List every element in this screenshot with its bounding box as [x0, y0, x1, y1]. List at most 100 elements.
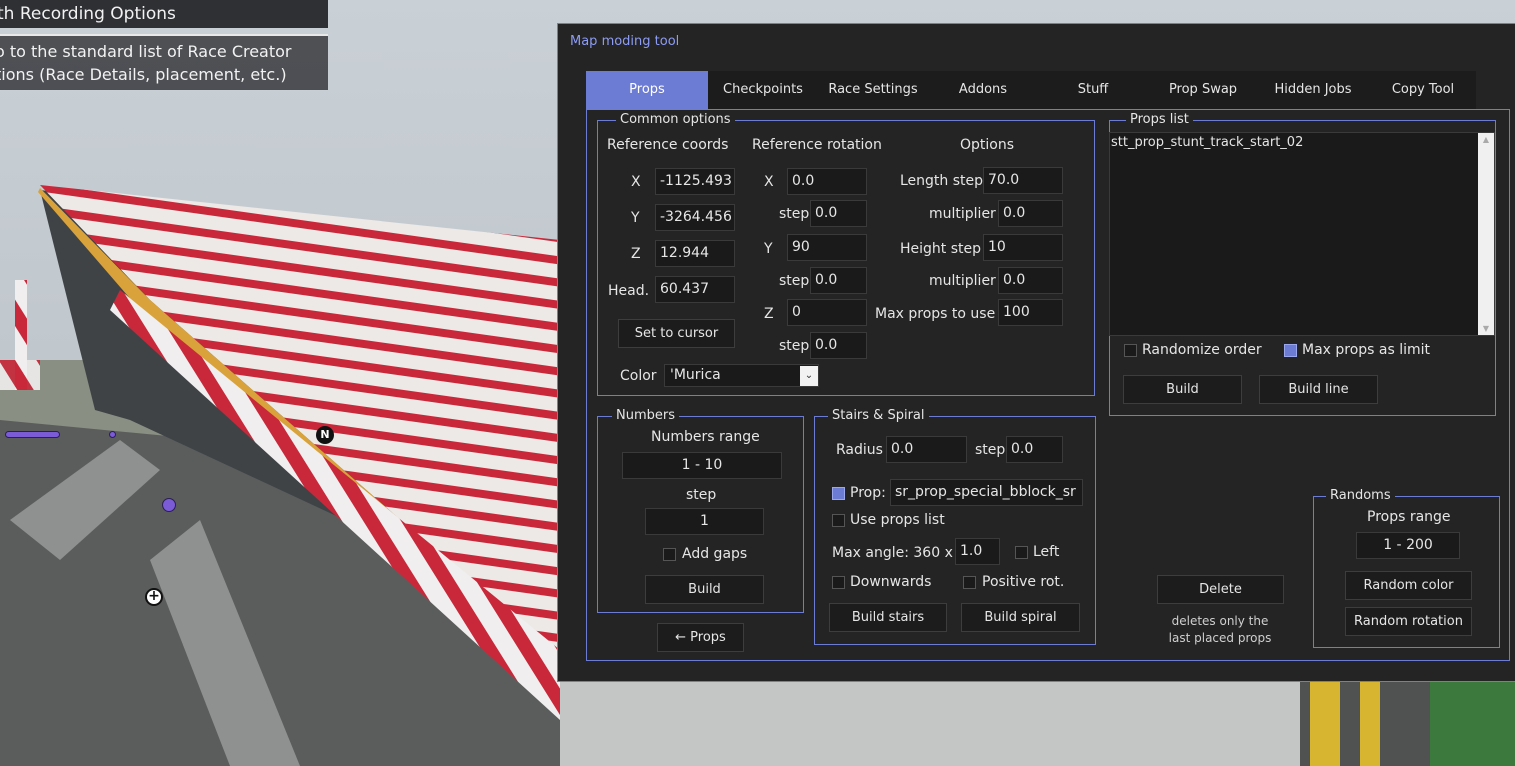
- radius-field[interactable]: 0.0: [886, 436, 967, 463]
- max-props-as-limit-checkbox[interactable]: [1284, 344, 1297, 357]
- coord-z-field[interactable]: 12.944: [655, 240, 735, 267]
- rot-y-step-label: step: [779, 273, 810, 289]
- length-step-label: Length step: [900, 173, 984, 189]
- max-props-as-limit-label: Max props as limit: [1302, 342, 1431, 358]
- hud-desc-line-2: tions (Race Details, placement, etc.): [0, 65, 287, 84]
- list-item[interactable]: stt_prop_stunt_track_start_02: [1111, 135, 1303, 150]
- stairs-spiral-legend: Stairs & Spiral: [828, 408, 929, 424]
- max-angle-label: Max angle: 360 x: [832, 545, 953, 561]
- rot-x-step-field[interactable]: 0.0: [810, 200, 867, 227]
- color-label: Color: [620, 368, 657, 384]
- props-list-legend: Props list: [1126, 112, 1193, 128]
- length-multiplier-field[interactable]: 0.0: [998, 200, 1063, 227]
- positive-rot-label: Positive rot.: [982, 574, 1065, 590]
- props-range-field[interactable]: 1 - 200: [1356, 532, 1460, 559]
- chevron-down-icon[interactable]: ⌄: [800, 366, 818, 386]
- prop-checkbox[interactable]: [832, 487, 845, 500]
- build-line-button[interactable]: Build line: [1259, 375, 1378, 404]
- use-props-list-label: Use props list: [850, 512, 945, 528]
- tab-bar: Props Checkpoints Race Settings Addons S…: [586, 71, 1476, 109]
- build-button[interactable]: Build: [1123, 375, 1242, 404]
- radius-label: Radius: [836, 442, 883, 458]
- scroll-down-icon[interactable]: ▼: [1478, 324, 1494, 333]
- height-multiplier-field[interactable]: 0.0: [998, 267, 1063, 294]
- common-options-legend: Common options: [616, 112, 735, 128]
- tab-prop-swap[interactable]: Prop Swap: [1148, 71, 1258, 109]
- delete-button[interactable]: Delete: [1157, 575, 1284, 604]
- checkpoint-blip-icon: [5, 431, 60, 438]
- add-gaps-label: Add gaps: [682, 546, 748, 562]
- back-to-props-button[interactable]: ← Props: [657, 623, 744, 652]
- use-props-list-checkbox[interactable]: [832, 514, 845, 527]
- scroll-up-icon[interactable]: ▲: [1478, 135, 1494, 144]
- rot-y-field[interactable]: 90: [787, 234, 867, 261]
- randomize-order-label: Randomize order: [1142, 342, 1262, 358]
- delete-note-line-1: deletes only the: [1171, 614, 1269, 628]
- rot-z-field[interactable]: 0: [787, 299, 867, 326]
- max-angle-field[interactable]: 1.0: [955, 538, 1000, 565]
- coord-x-label: X: [631, 174, 641, 190]
- tab-checkpoints[interactable]: Checkpoints: [708, 71, 818, 109]
- length-step-field[interactable]: 70.0: [983, 167, 1063, 194]
- tab-hidden-jobs[interactable]: Hidden Jobs: [1258, 71, 1368, 109]
- left-label: Left: [1033, 544, 1060, 560]
- downwards-checkbox[interactable]: [832, 576, 845, 589]
- max-props-field[interactable]: 100: [998, 299, 1063, 326]
- random-color-button[interactable]: Random color: [1345, 571, 1472, 600]
- height-multiplier-label: multiplier: [929, 273, 996, 289]
- rot-x-field[interactable]: 0.0: [787, 168, 867, 195]
- numbers-step-field[interactable]: 1: [645, 508, 764, 535]
- checkpoint-blip-icon: [109, 431, 116, 438]
- build-stairs-button[interactable]: Build stairs: [829, 603, 947, 632]
- height-step-label: Height step: [900, 241, 982, 257]
- coord-x-field[interactable]: -1125.493: [655, 168, 735, 195]
- tab-stuff[interactable]: Stuff: [1038, 71, 1148, 109]
- randoms-legend: Randoms: [1326, 488, 1395, 504]
- tab-addons[interactable]: Addons: [928, 71, 1038, 109]
- props-range-label: Props range: [1367, 509, 1451, 525]
- random-rotation-button[interactable]: Random rotation: [1345, 607, 1472, 636]
- reference-rotation-heading: Reference rotation: [752, 137, 882, 153]
- rot-z-step-label: step: [779, 338, 810, 354]
- rot-z-step-field[interactable]: 0.0: [810, 332, 867, 359]
- heading-field[interactable]: 60.437: [655, 276, 735, 303]
- numbers-legend: Numbers: [612, 408, 679, 424]
- radius-step-label: step: [975, 442, 1006, 458]
- set-to-cursor-button[interactable]: Set to cursor: [618, 319, 735, 348]
- rot-z-label: Z: [764, 306, 774, 322]
- coord-z-label: Z: [631, 246, 641, 262]
- hud-menu-description: o to the standard list of Race Creator t…: [0, 34, 328, 90]
- north-marker-icon: N: [316, 426, 334, 444]
- tab-race-settings[interactable]: Race Settings: [818, 71, 928, 109]
- window-title: Map moding tool: [570, 34, 680, 49]
- numbers-build-button[interactable]: Build: [645, 575, 764, 604]
- positive-rot-checkbox[interactable]: [963, 576, 976, 589]
- hud-menu-header: th Recording Options: [0, 0, 328, 28]
- rot-y-step-field[interactable]: 0.0: [810, 267, 867, 294]
- color-select[interactable]: 'Murica ⌄: [664, 364, 819, 387]
- left-checkbox[interactable]: [1015, 546, 1028, 559]
- radius-step-field[interactable]: 0.0: [1006, 436, 1063, 463]
- props-listbox[interactable]: stt_prop_stunt_track_start_02 ▲ ▼: [1109, 132, 1495, 336]
- prop-label: Prop:: [850, 485, 886, 501]
- heading-label: Head.: [608, 283, 650, 299]
- hud-desc-line-1: o to the standard list of Race Creator: [0, 42, 292, 61]
- height-step-field[interactable]: 10: [983, 234, 1063, 261]
- length-multiplier-label: multiplier: [929, 206, 996, 222]
- downwards-label: Downwards: [850, 574, 932, 590]
- tab-copy-tool[interactable]: Copy Tool: [1368, 71, 1478, 109]
- rot-y-label: Y: [764, 241, 773, 257]
- scrollbar[interactable]: ▲ ▼: [1478, 133, 1494, 335]
- numbers-range-label: Numbers range: [651, 429, 760, 445]
- build-spiral-button[interactable]: Build spiral: [961, 603, 1080, 632]
- prop-name-field[interactable]: sr_prop_special_bblock_sr: [890, 479, 1083, 506]
- randomize-order-checkbox[interactable]: [1124, 344, 1137, 357]
- add-gaps-checkbox[interactable]: [663, 548, 676, 561]
- coord-y-label: Y: [631, 210, 640, 226]
- numbers-range-field[interactable]: 1 - 10: [622, 452, 782, 479]
- reference-coords-heading: Reference coords: [607, 137, 729, 153]
- cursor-crosshair-icon: +: [145, 588, 163, 606]
- tab-props[interactable]: Props: [586, 71, 708, 109]
- coord-y-field[interactable]: -3264.456: [655, 204, 735, 231]
- color-select-value: 'Murica: [670, 367, 721, 383]
